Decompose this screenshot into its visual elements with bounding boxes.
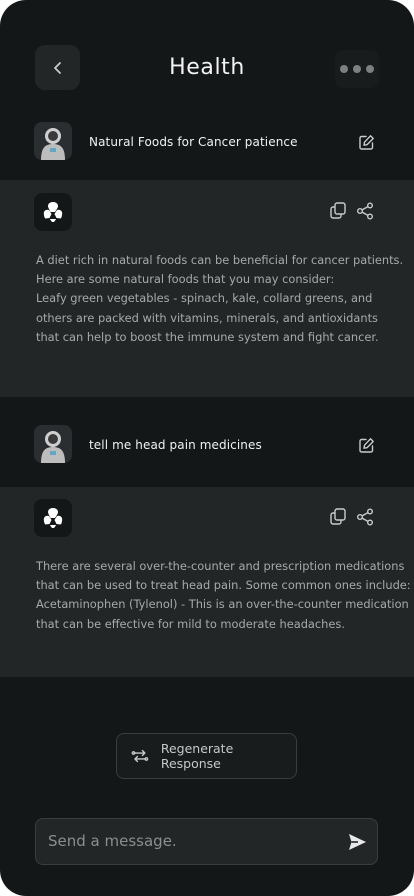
user-avatar: [34, 425, 72, 463]
user-prompt-text: Natural Foods for Cancer patience: [89, 135, 298, 149]
more-dot-icon: [340, 65, 348, 73]
answer-line: Leafy green vegetables - spinach, kale, …: [36, 291, 373, 306]
assistant-avatar: [34, 499, 72, 537]
copy-icon[interactable]: [330, 508, 346, 525]
send-icon[interactable]: [347, 832, 367, 852]
answer-line: A diet rich in natural foods can be bene…: [36, 253, 404, 267]
header: Health: [0, 0, 414, 115]
assistant-answer: A diet rich in natural foods can be bene…: [0, 180, 414, 397]
assistant-logo-icon: [43, 202, 63, 222]
assistant-answer: There are several over-the-counter and p…: [0, 487, 414, 677]
regenerate-response-button[interactable]: Regenerate Response: [116, 733, 297, 779]
answer-line: that can help to boost the immune system…: [36, 329, 379, 344]
copy-icon[interactable]: [330, 202, 346, 219]
assistant-answer-text: There are several over-the-counter and p…: [36, 557, 411, 634]
edit-icon[interactable]: [358, 437, 375, 454]
assistant-logo-icon: [43, 508, 63, 528]
message-composer: [35, 818, 378, 865]
answer-line: that can be used to treat head pain. Som…: [36, 578, 411, 593]
more-options-button[interactable]: [335, 50, 379, 88]
share-icon[interactable]: [356, 508, 374, 526]
regenerate-label: Regenerate Response: [160, 741, 234, 771]
assistant-avatar: [34, 193, 72, 231]
user-prompt-row: tell me head pain medicines: [0, 414, 414, 477]
edit-icon[interactable]: [358, 134, 375, 151]
answer-line: Here are some natural foods that you may…: [36, 272, 335, 287]
message-input[interactable]: [48, 819, 328, 863]
answer-line: others are packed with vitamins, mineral…: [36, 310, 378, 325]
more-dot-icon: [353, 65, 361, 73]
answer-line: Acetaminophen (Tylenol) - This is an ove…: [36, 597, 409, 612]
regenerate-icon: [131, 749, 149, 763]
phone-screen: Health Natural Foods for Cancer patience: [0, 0, 414, 896]
answer-line: that can be effective for mild to modera…: [36, 616, 345, 631]
share-icon[interactable]: [356, 202, 374, 220]
more-dot-icon: [366, 65, 374, 73]
user-prompt-text: tell me head pain medicines: [89, 438, 262, 452]
user-prompt-row: Natural Foods for Cancer patience: [0, 111, 414, 174]
assistant-answer-text: A diet rich in natural foods can be bene…: [36, 251, 404, 347]
answer-line: There are several over-the-counter and p…: [36, 559, 405, 573]
user-avatar: [34, 122, 72, 160]
